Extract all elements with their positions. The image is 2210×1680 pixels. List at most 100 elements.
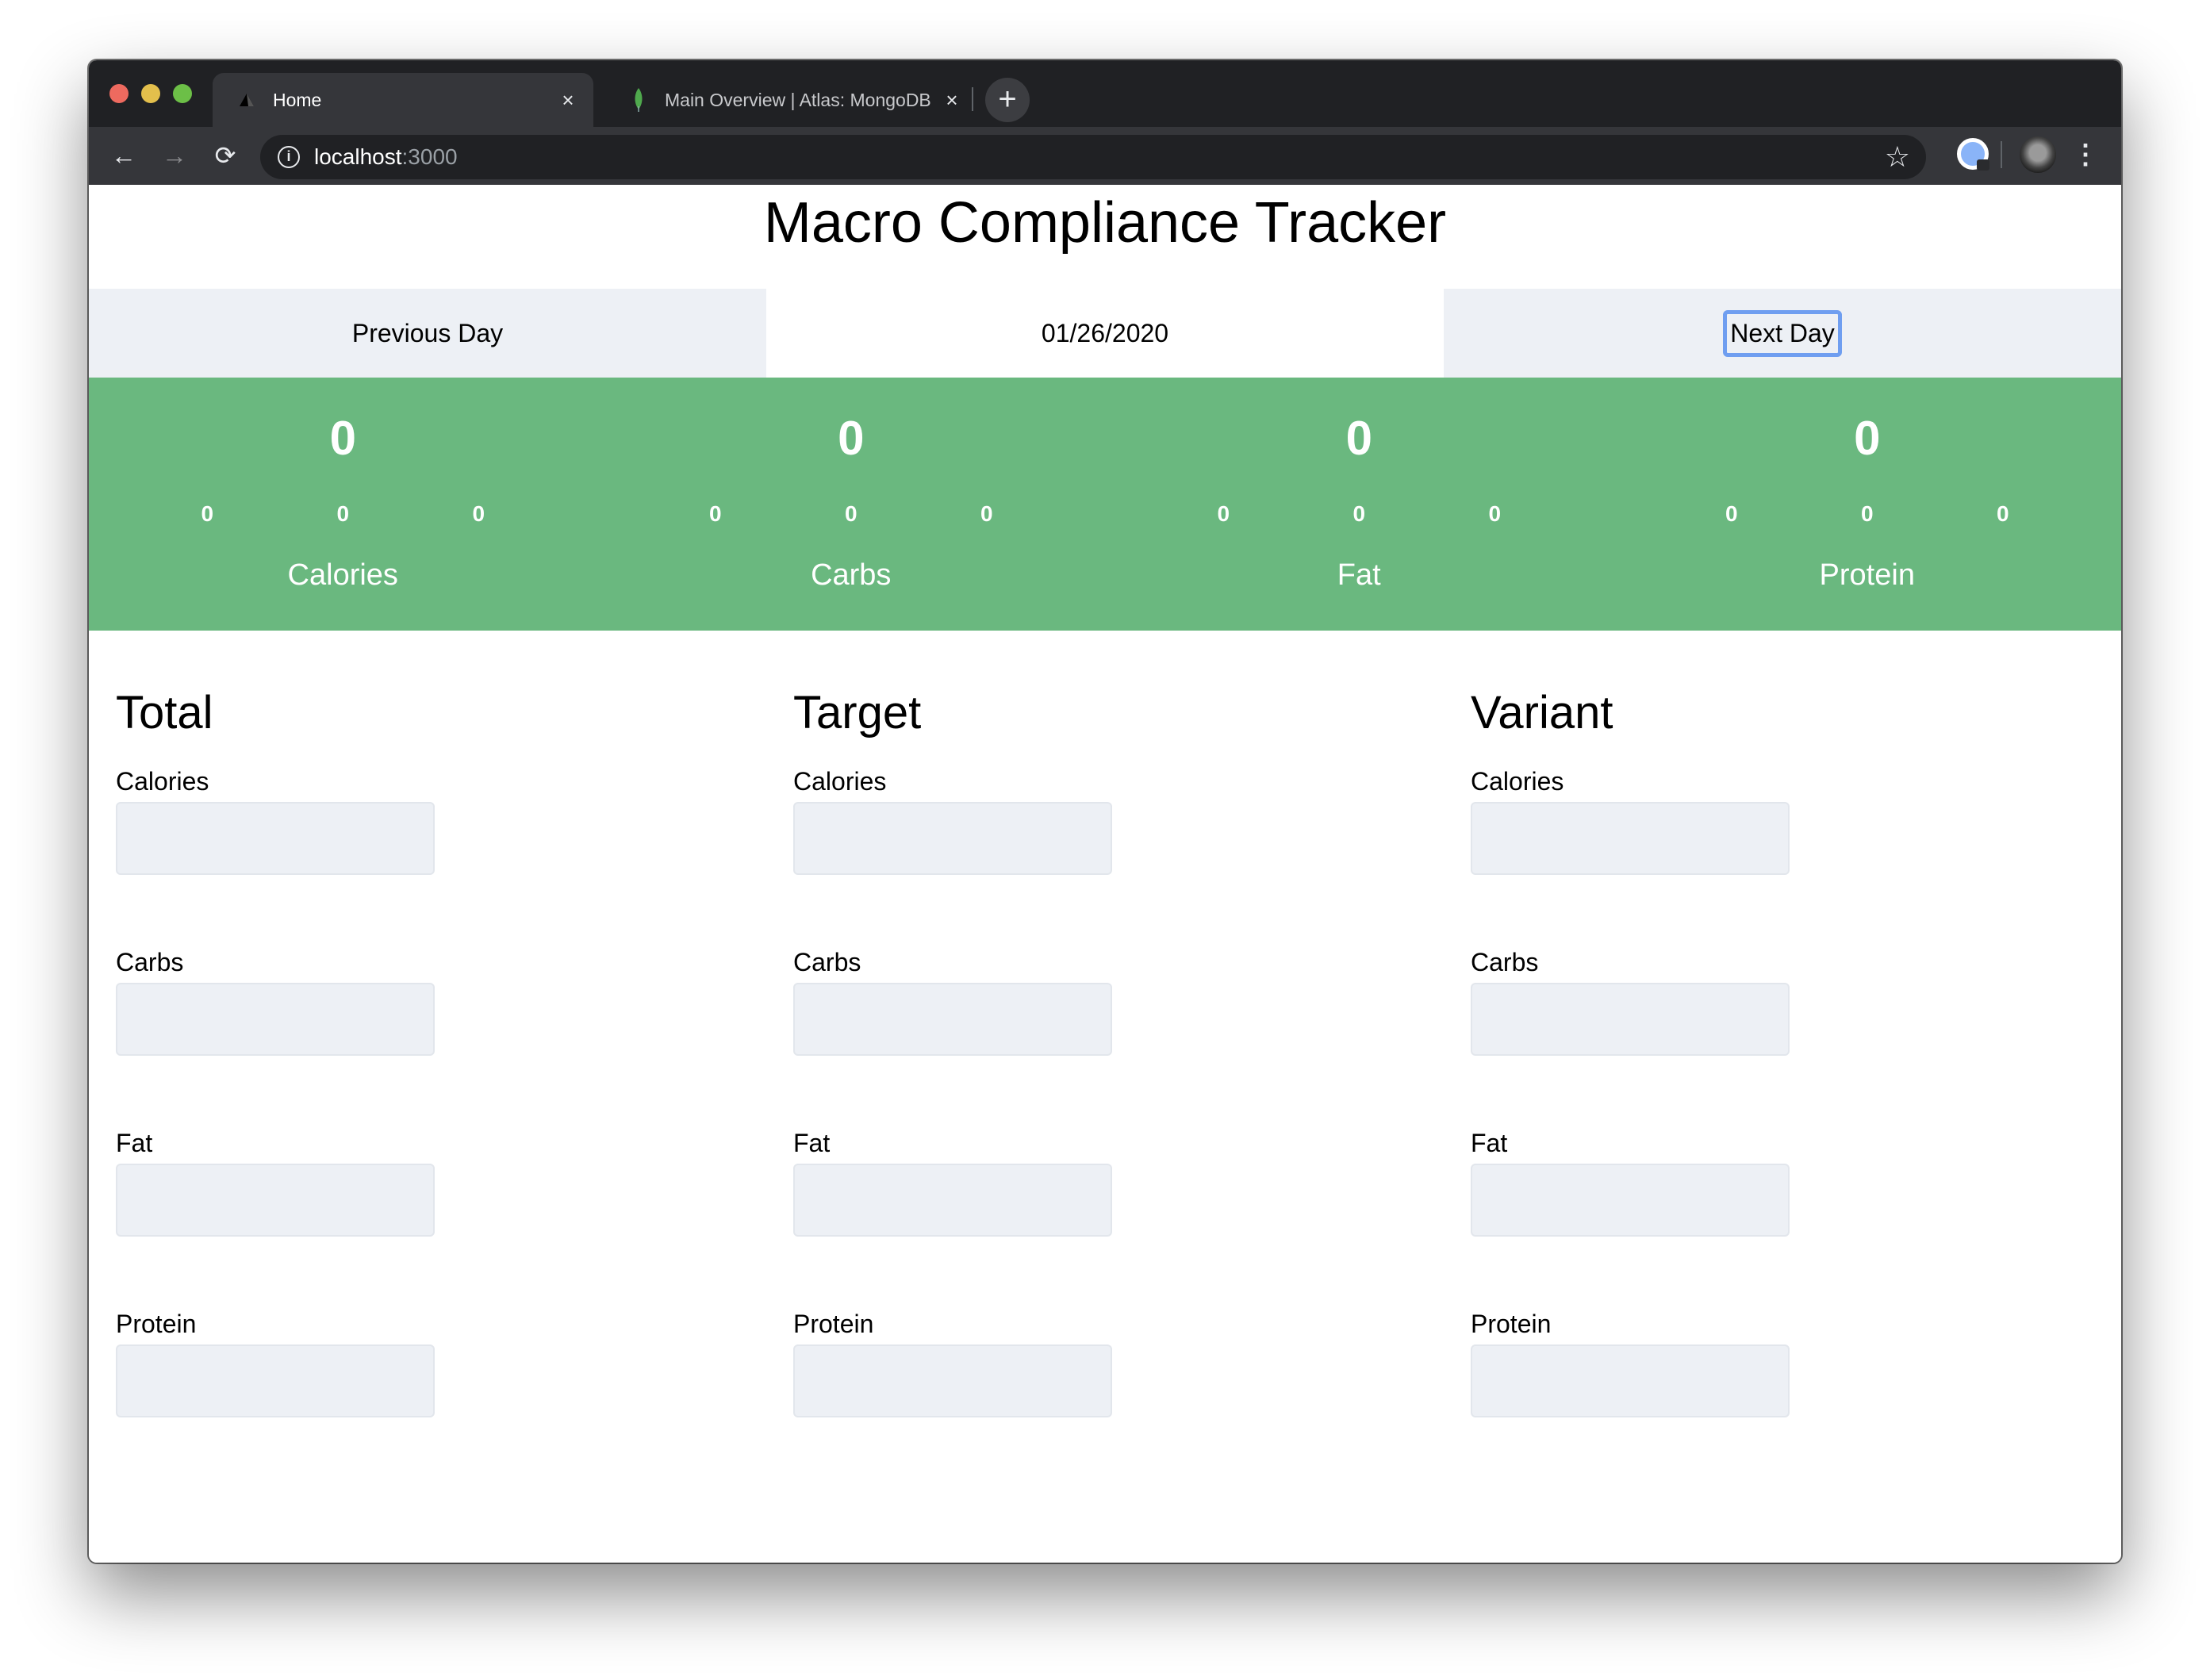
- close-window-button[interactable]: [109, 84, 129, 103]
- field-label: Fat: [793, 1129, 831, 1157]
- stat-sub-value: 0: [1860, 501, 1874, 526]
- total-carbs-input[interactable]: [116, 983, 435, 1056]
- browser-menu-icon[interactable]: ⋮: [2072, 136, 2099, 173]
- stat-protein: 0 0 0 0 Protein: [1613, 378, 2122, 631]
- stat-sub-value: 0: [980, 501, 993, 526]
- field-label: Fat: [116, 1129, 153, 1157]
- column-heading: Variant: [1471, 687, 1613, 738]
- field-label: Protein: [116, 1310, 197, 1338]
- field-label: Carbs: [793, 948, 861, 976]
- field-variant-carbs: Carbs: [1471, 946, 1790, 1056]
- stat-label: Fat: [1337, 558, 1381, 592]
- field-label: Fat: [1471, 1129, 1508, 1157]
- triangle-logo-icon: [236, 92, 257, 108]
- column-target: Target Calories Carbs Fat Protein: [766, 631, 1444, 1563]
- toolbar-separator: [2001, 141, 2002, 168]
- stat-sub-value: 0: [708, 501, 722, 526]
- variant-fat-input[interactable]: [1471, 1164, 1790, 1237]
- browser-toolbar: ← → ⟳ i localhost:3000 ☆ ⋮: [89, 127, 2121, 186]
- total-fat-input[interactable]: [116, 1164, 435, 1237]
- variant-protein-input[interactable]: [1471, 1344, 1790, 1417]
- reload-icon[interactable]: ⟳: [209, 140, 241, 171]
- field-target-fat: Fat: [793, 1127, 1112, 1237]
- variant-calories-input[interactable]: [1471, 802, 1790, 875]
- field-target-carbs: Carbs: [793, 946, 1112, 1056]
- target-calories-input[interactable]: [793, 802, 1112, 875]
- tab-separator: [972, 87, 973, 111]
- stat-label: Carbs: [811, 558, 892, 592]
- back-arrow-icon[interactable]: ←: [108, 140, 140, 171]
- maximize-window-button[interactable]: [173, 84, 192, 103]
- address-bar[interactable]: i localhost:3000 ☆: [260, 135, 1926, 179]
- field-variant-calories: Calories: [1471, 765, 1790, 875]
- field-label: Calories: [116, 767, 209, 796]
- stat-carbs: 0 0 0 0 Carbs: [597, 378, 1106, 631]
- macro-form: Total Calories Carbs Fat Protein Target …: [89, 631, 2121, 1563]
- stat-sub-values: 0 0 0: [1613, 501, 2122, 527]
- bookmark-star-icon[interactable]: ☆: [1885, 141, 1910, 173]
- stat-sub-value: 0: [336, 501, 350, 526]
- profile-avatar[interactable]: [2020, 136, 2056, 173]
- minimize-window-button[interactable]: [141, 84, 160, 103]
- field-variant-protein: Protein: [1471, 1308, 1790, 1417]
- stat-sub-value: 0: [1352, 501, 1366, 526]
- target-carbs-input[interactable]: [793, 983, 1112, 1056]
- url-text[interactable]: localhost:3000: [314, 144, 458, 170]
- new-tab-button[interactable]: +: [985, 78, 1030, 122]
- stat-value: 0: [838, 412, 865, 465]
- current-date: 01/26/2020: [766, 289, 1444, 378]
- column-heading: Target: [793, 687, 922, 738]
- field-target-calories: Calories: [793, 765, 1112, 875]
- macro-stats-bar: 0 0 0 0 Calories 0 0 0 0 Carbs 0 0 0 0 F…: [89, 378, 2121, 631]
- target-protein-input[interactable]: [793, 1344, 1112, 1417]
- browser-window: Home × Main Overview | Atlas: MongoDB × …: [89, 60, 2121, 1563]
- field-total-calories: Calories: [116, 765, 435, 875]
- column-variant: Variant Calories Carbs Fat Protein: [1444, 631, 2121, 1563]
- field-label: Calories: [1471, 767, 1564, 796]
- field-label: Carbs: [1471, 948, 1539, 976]
- close-tab-icon[interactable]: ×: [936, 88, 968, 113]
- field-total-protein: Protein: [116, 1308, 435, 1417]
- page-title: Macro Compliance Tracker: [763, 191, 1447, 255]
- stat-label: Calories: [287, 558, 398, 592]
- field-total-fat: Fat: [116, 1127, 435, 1237]
- stat-fat: 0 0 0 0 Fat: [1105, 378, 1613, 631]
- next-day-button[interactable]: Next Day: [1723, 309, 1842, 357]
- stat-value: 0: [1345, 412, 1372, 465]
- password-manager-extension-icon[interactable]: [1957, 138, 1989, 171]
- url-host: localhost: [314, 144, 402, 169]
- field-variant-fat: Fat: [1471, 1127, 1790, 1237]
- page-content: Macro Compliance Tracker Previous Day 01…: [89, 185, 2121, 1563]
- stat-label: Protein: [1819, 558, 1915, 592]
- mongodb-leaf-icon: [628, 87, 649, 113]
- url-port: :3000: [401, 144, 458, 169]
- stat-sub-value: 0: [1488, 501, 1502, 526]
- stat-sub-value: 0: [1996, 501, 2009, 526]
- stat-sub-value: 0: [472, 501, 485, 526]
- forward-arrow-icon[interactable]: →: [159, 140, 190, 171]
- close-tab-icon[interactable]: ×: [552, 88, 584, 113]
- tab-home[interactable]: Home ×: [213, 73, 593, 127]
- field-total-carbs: Carbs: [116, 946, 435, 1056]
- field-label: Carbs: [116, 948, 184, 976]
- column-heading: Total: [116, 687, 213, 738]
- stat-calories: 0 0 0 0 Calories: [89, 378, 597, 631]
- next-day-cell: Next Day: [1444, 289, 2121, 378]
- tab-mongodb-atlas[interactable]: Main Overview | Atlas: MongoDB ×: [604, 73, 977, 127]
- previous-day-button[interactable]: Previous Day: [347, 318, 508, 349]
- stat-sub-value: 0: [1217, 501, 1230, 526]
- total-calories-input[interactable]: [116, 802, 435, 875]
- stat-sub-value: 0: [201, 501, 214, 526]
- stat-sub-values: 0 0 0: [1105, 501, 1613, 527]
- total-protein-input[interactable]: [116, 1344, 435, 1417]
- tab-title: Main Overview | Atlas: MongoDB: [665, 89, 931, 110]
- title-bar: Home × Main Overview | Atlas: MongoDB × …: [89, 60, 2121, 127]
- previous-day-cell: Previous Day: [89, 289, 766, 378]
- stat-sub-values: 0 0 0: [89, 501, 597, 527]
- target-fat-input[interactable]: [793, 1164, 1112, 1237]
- variant-carbs-input[interactable]: [1471, 983, 1790, 1056]
- field-target-protein: Protein: [793, 1308, 1112, 1417]
- site-info-icon[interactable]: i: [278, 146, 300, 168]
- field-label: Calories: [793, 767, 887, 796]
- tab-title: Home: [273, 89, 322, 110]
